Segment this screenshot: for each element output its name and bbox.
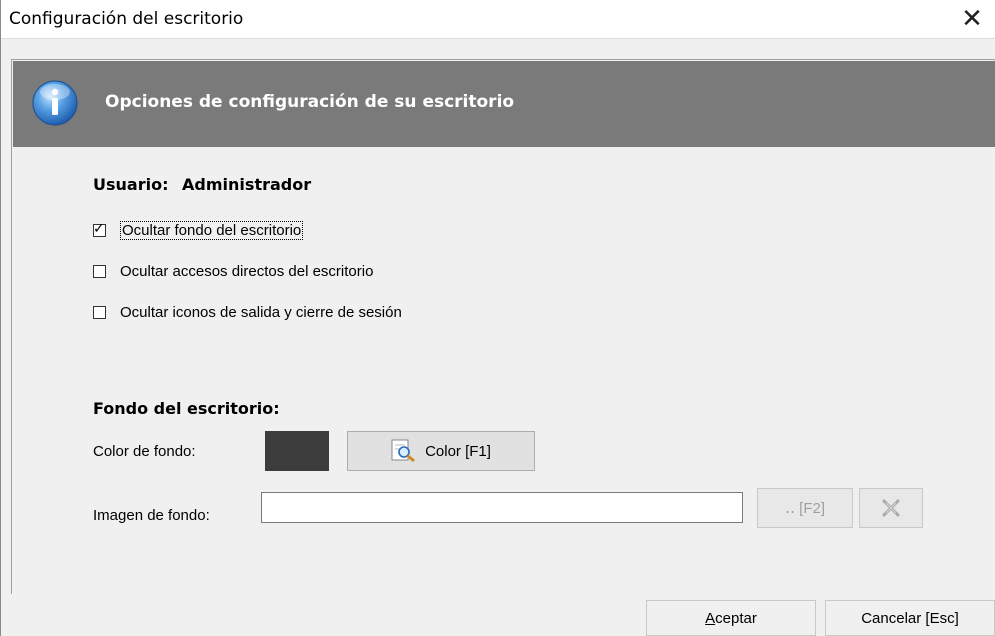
clear-image-button[interactable] — [859, 488, 923, 528]
option-hide-exit-icons[interactable]: Ocultar iconos de salida y cierre de ses… — [93, 302, 402, 322]
image-label: Imagen de fondo: — [93, 507, 210, 524]
checkbox-hide-background[interactable]: ✓ — [93, 220, 106, 237]
magnifier-icon — [391, 439, 416, 463]
user-line: Usuario: Administrador — [93, 175, 319, 194]
header-title: Opciones de configuración de su escritor… — [105, 92, 515, 112]
accept-button-label: Aceptar — [705, 609, 757, 627]
check-icon: ✓ — [93, 220, 105, 237]
user-label: Usuario: — [93, 175, 169, 194]
option-label: Ocultar fondo del escritorio — [120, 220, 304, 240]
header-banner: Opciones de configuración de su escritor… — [13, 61, 995, 147]
close-icon: ✕ — [961, 4, 983, 34]
option-hide-shortcuts[interactable]: Ocultar accesos directos del escritorio — [93, 261, 373, 281]
background-section-title: Fondo del escritorio: — [93, 399, 280, 418]
dialog-window: Configuración del escritorio ✕ Opciones … — [0, 0, 995, 636]
option-hide-background[interactable]: ✓ Ocultar fondo del escritorio — [93, 220, 304, 240]
color-button[interactable]: Color [F1] — [347, 431, 535, 471]
window-title: Configuración del escritorio — [9, 9, 244, 29]
browse-button-label: ‥ [F2] — [784, 500, 826, 517]
option-label: Ocultar iconos de salida y cierre de ses… — [120, 303, 402, 321]
color-swatch[interactable] — [265, 431, 329, 471]
checkbox-hide-exit-icons[interactable] — [93, 305, 106, 319]
checkbox-hide-shortcuts[interactable] — [93, 264, 106, 278]
user-name: Administrador — [182, 175, 312, 194]
accept-button[interactable]: Aceptar — [646, 600, 816, 636]
close-button[interactable]: ✕ — [949, 0, 995, 38]
image-path-input[interactable] — [261, 492, 743, 523]
title-bar: Configuración del escritorio ✕ — [1, 0, 995, 39]
cancel-button[interactable]: Cancelar [Esc] — [825, 600, 995, 636]
browse-button[interactable]: ‥ [F2] — [757, 488, 853, 528]
option-label: Ocultar accesos directos del escritorio — [120, 262, 374, 280]
cancel-button-label: Cancelar [Esc] — [861, 609, 959, 627]
color-label: Color de fondo: — [93, 443, 196, 460]
clear-icon — [882, 499, 900, 517]
info-icon — [32, 80, 78, 126]
color-button-label: Color [F1] — [425, 442, 491, 460]
